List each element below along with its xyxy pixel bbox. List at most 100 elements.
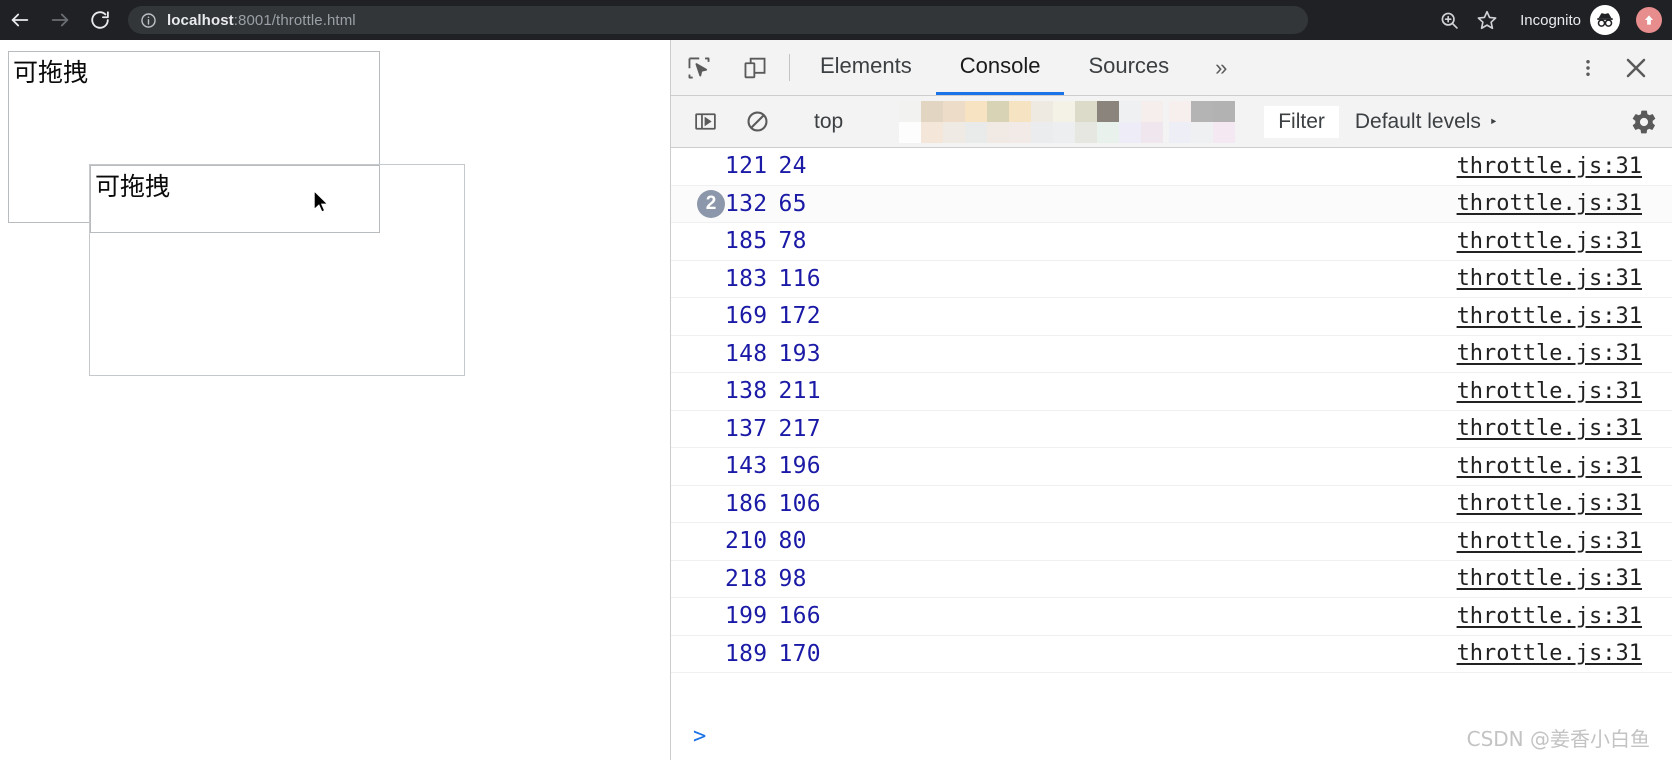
draggable-box-active-label: 可拖拽 — [95, 172, 171, 201]
console-source-link[interactable]: throttle.js:31 — [1457, 379, 1642, 404]
console-message-row[interactable]: 138 211 throttle.js:31 — [671, 373, 1672, 411]
csdn-watermark: CSDN @姜香小白鱼 — [1466, 727, 1650, 751]
coord-y: 172 — [778, 303, 821, 330]
repeat-count-badge: 2 — [697, 189, 725, 218]
console-source-link[interactable]: throttle.js:31 — [1457, 266, 1642, 291]
mosaic-censored-area — [899, 100, 1164, 143]
console-message-row[interactable]: 143 196 throttle.js:31 — [671, 448, 1672, 486]
console-message-row[interactable]: 183 116 throttle.js:31 — [671, 261, 1672, 298]
incognito-indicator[interactable]: Incognito — [1508, 4, 1626, 36]
console-source-link[interactable]: throttle.js:31 — [1457, 491, 1642, 516]
console-source-link[interactable]: throttle.js:31 — [1457, 454, 1642, 479]
console-message-text: 218 98 — [725, 566, 807, 592]
log-level-selector[interactable]: Default levels ‣ — [1339, 110, 1514, 134]
console-source-link[interactable]: throttle.js:31 — [1457, 229, 1642, 254]
star-icon[interactable] — [1470, 3, 1504, 37]
draggable-box-active[interactable]: 可拖拽 — [90, 165, 380, 233]
console-message-row[interactable]: 186 106 throttle.js:31 — [671, 486, 1672, 523]
coord-y: 80 — [778, 528, 807, 555]
console-message-row[interactable]: 218 98 throttle.js:31 — [671, 561, 1672, 598]
clear-console-icon[interactable] — [731, 96, 783, 148]
console-message-row[interactable]: 210 80 throttle.js:31 — [671, 523, 1672, 561]
coord-y: 170 — [778, 640, 821, 667]
mouse-arrow-cursor — [313, 189, 330, 219]
console-message-text: 189 170 — [725, 641, 821, 667]
mosaic-censored-area-2 — [1169, 100, 1236, 143]
coord-x: 210 — [725, 528, 768, 555]
console-message-text: 121 24 — [725, 153, 807, 179]
coord-x: 183 — [725, 265, 768, 292]
forward-button[interactable] — [40, 0, 80, 40]
browser-toolbar: localhost:8001/throttle.html Incognito — [0, 0, 1672, 40]
tab-console[interactable]: Console — [935, 40, 1065, 95]
console-message-row[interactable]: 2 132 65 throttle.js:31 — [671, 185, 1672, 223]
console-message-list[interactable]: 121 24 throttle.js:31 2 132 65 throttle.js:31 1… — [671, 148, 1672, 712]
console-source-link[interactable]: throttle.js:31 — [1457, 154, 1642, 179]
console-filter-bar: top Filter Default levels ‣ — [671, 96, 1672, 148]
console-message-row[interactable]: 169 172 throttle.js:31 — [671, 298, 1672, 336]
console-message-text: 169 172 — [725, 303, 821, 329]
coord-x: 138 — [725, 378, 768, 405]
console-message-row[interactable]: 137 217 throttle.js:31 — [671, 411, 1672, 448]
console-message-row[interactable]: 148 193 throttle.js:31 — [671, 336, 1672, 373]
console-source-link[interactable]: throttle.js:31 — [1457, 191, 1642, 216]
console-message-text: 138 211 — [725, 378, 821, 404]
incognito-label: Incognito — [1520, 11, 1581, 29]
coord-x: 218 — [725, 565, 768, 592]
console-sidebar-icon[interactable] — [679, 96, 731, 148]
device-toolbar-icon[interactable] — [727, 40, 783, 95]
console-source-link[interactable]: throttle.js:31 — [1457, 304, 1642, 329]
devtools-tabbar: Elements Console Sources » — [671, 40, 1672, 96]
coord-x: 143 — [725, 453, 768, 480]
console-message-text: 199 166 — [725, 603, 821, 629]
coord-x: 132 — [725, 190, 768, 217]
coord-y: 196 — [778, 453, 821, 480]
chevron-down-icon: ‣ — [1488, 113, 1498, 131]
back-button[interactable] — [0, 0, 40, 40]
console-source-link[interactable]: throttle.js:31 — [1457, 604, 1642, 629]
tab-sources[interactable]: Sources — [1064, 40, 1193, 95]
coord-y: 98 — [778, 565, 807, 592]
coord-x: 199 — [725, 603, 768, 630]
coord-y: 116 — [778, 265, 821, 292]
devtools-tabbar-actions — [1549, 40, 1672, 95]
coord-x: 148 — [725, 340, 768, 367]
coord-y: 217 — [778, 415, 821, 442]
execution-context-selector[interactable]: top — [796, 110, 861, 134]
close-icon[interactable] — [1614, 46, 1658, 90]
coord-x: 121 — [725, 153, 768, 180]
coord-y: 106 — [778, 490, 821, 517]
coord-y: 78 — [778, 228, 807, 255]
zoom-search-icon[interactable] — [1432, 3, 1466, 37]
coord-x: 189 — [725, 640, 768, 667]
console-message-text: 186 106 — [725, 491, 821, 517]
console-message-text: 137 217 — [725, 416, 821, 442]
console-source-link[interactable]: throttle.js:31 — [1457, 341, 1642, 366]
console-message-row[interactable]: 189 170 throttle.js:31 — [671, 636, 1672, 673]
console-message-row[interactable]: 199 166 throttle.js:31 — [671, 598, 1672, 636]
draggable-box-origin-label: 可拖拽 — [13, 58, 89, 87]
more-options-icon[interactable] — [1566, 46, 1610, 90]
more-tabs-button[interactable]: » — [1193, 40, 1249, 95]
incognito-spy-icon[interactable] — [1590, 5, 1620, 35]
inspect-element-icon[interactable] — [671, 40, 727, 95]
console-message-text: 185 78 — [725, 228, 807, 254]
console-source-link[interactable]: throttle.js:31 — [1457, 566, 1642, 591]
info-circle-icon[interactable] — [140, 12, 157, 29]
reload-button[interactable] — [80, 0, 120, 40]
url-host: localhost — [167, 11, 234, 29]
console-source-link[interactable]: throttle.js:31 — [1457, 641, 1642, 666]
console-message-row[interactable]: 121 24 throttle.js:31 — [671, 148, 1672, 186]
gear-icon[interactable] — [1616, 96, 1672, 148]
console-message-row[interactable]: 185 78 throttle.js:31 — [671, 223, 1672, 261]
address-bar[interactable]: localhost:8001/throttle.html — [128, 6, 1308, 34]
console-source-link[interactable]: throttle.js:31 — [1457, 416, 1642, 441]
profile-update-icon[interactable] — [1636, 7, 1662, 33]
console-source-link[interactable]: throttle.js:31 — [1457, 529, 1642, 554]
browser-toolbar-right: Incognito — [1432, 3, 1672, 37]
address-bar-url[interactable]: localhost:8001/throttle.html — [167, 12, 356, 29]
tab-elements[interactable]: Elements — [796, 40, 936, 95]
url-path: :8001/throttle.html — [233, 11, 356, 29]
coord-y: 211 — [778, 378, 821, 405]
console-filter-input[interactable]: Filter — [1264, 105, 1339, 138]
